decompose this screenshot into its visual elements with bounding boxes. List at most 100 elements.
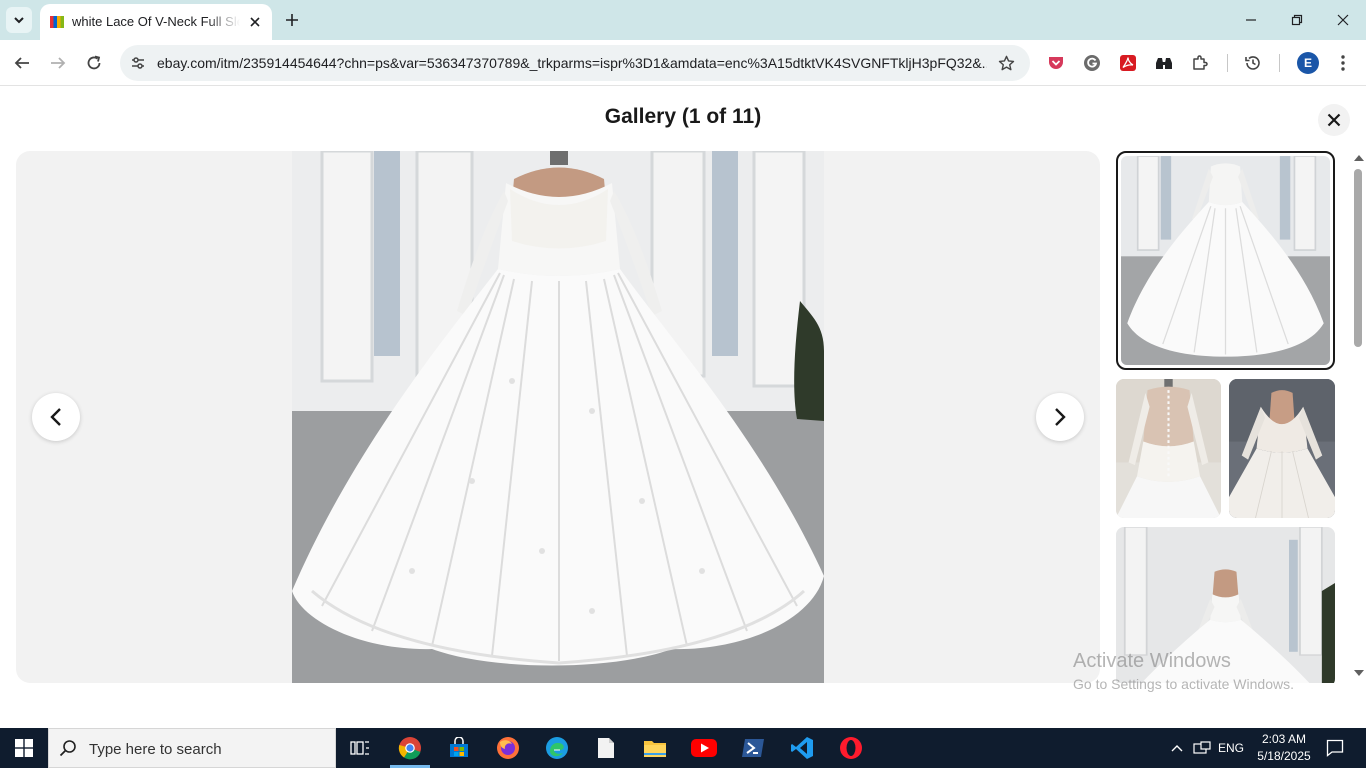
- tab-title: white Lace Of V-Neck Full Sleeve: [72, 14, 240, 29]
- folder-icon: [644, 741, 666, 757]
- opera-icon: [840, 737, 862, 759]
- document-icon: [598, 738, 614, 758]
- previous-image-button[interactable]: [32, 393, 80, 441]
- notification-icon: [1326, 739, 1344, 757]
- network-tray-button[interactable]: [1190, 728, 1214, 768]
- thumbnail-rail: [1110, 151, 1350, 683]
- chevron-down-icon: [14, 17, 24, 24]
- binoculars-icon: [1156, 58, 1172, 69]
- site-info-button[interactable]: [128, 53, 148, 73]
- firefox-icon: [497, 737, 519, 759]
- clock-date: 5/18/2025: [1257, 749, 1311, 763]
- taskbar-chrome[interactable]: [386, 728, 434, 768]
- taskbar-notepad[interactable]: [582, 728, 630, 768]
- restore-button[interactable]: [1274, 0, 1320, 40]
- address-bar[interactable]: ebay.com/itm/235914454644?chn=ps&var=536…: [120, 45, 1030, 81]
- url-text[interactable]: ebay.com/itm/235914454644?chn=ps&var=536…: [157, 55, 987, 71]
- bookmark-button[interactable]: [996, 53, 1016, 73]
- extensions-button[interactable]: [1189, 52, 1211, 74]
- taskbar-file-explorer[interactable]: [631, 728, 679, 768]
- task-view-button[interactable]: [336, 728, 384, 768]
- arrow-right-icon: [51, 57, 66, 69]
- taskbar-powershell[interactable]: [729, 728, 777, 768]
- tune-icon: [132, 57, 144, 69]
- back-button[interactable]: [8, 49, 36, 77]
- taskbar-search-box[interactable]: Type here to search: [48, 728, 336, 768]
- reload-icon: [87, 55, 101, 70]
- scrollbar-thumb[interactable]: [1354, 169, 1362, 347]
- tab-search-button[interactable]: [6, 7, 32, 33]
- pocket-icon: [1049, 57, 1063, 69]
- taskbar-youtube[interactable]: [680, 728, 728, 768]
- restore-icon: [1291, 14, 1303, 26]
- puzzle-icon: [1193, 55, 1208, 70]
- gallery-title: Gallery (1 of 11): [604, 105, 762, 128]
- shopping-extension-button[interactable]: [1153, 52, 1175, 74]
- browser-toolbar: ebay.com/itm/235914454644?chn=ps&var=536…: [0, 40, 1366, 86]
- plus-icon: [286, 14, 298, 26]
- minimize-icon: [1246, 19, 1256, 21]
- grammarly-icon: [1084, 55, 1100, 71]
- network-icon: [1193, 741, 1211, 754]
- show-hidden-icons-button[interactable]: [1166, 728, 1188, 768]
- toolbar-separator: [1227, 54, 1228, 72]
- watermark-subtitle: Go to Settings to activate Windows.: [1073, 676, 1294, 692]
- thumbnail-scrollbar[interactable]: [1350, 151, 1366, 683]
- taskbar-firefox[interactable]: [484, 728, 532, 768]
- menu-button[interactable]: [1332, 52, 1354, 74]
- activate-windows-watermark: Activate Windows Go to Settings to activ…: [1073, 650, 1294, 692]
- reload-button[interactable]: [80, 49, 108, 77]
- close-icon: [1337, 14, 1349, 26]
- close-window-button[interactable]: [1320, 0, 1366, 40]
- tab-strip: white Lace Of V-Neck Full Sleeve: [0, 0, 1366, 40]
- ebay-favicon-icon: [50, 16, 64, 28]
- vscode-icon: [791, 737, 813, 759]
- notification-center-button[interactable]: [1318, 728, 1352, 768]
- tab-close-button[interactable]: [246, 13, 264, 31]
- taskbar-edge[interactable]: [533, 728, 581, 768]
- profile-avatar[interactable]: E: [1297, 52, 1319, 74]
- scroll-up-arrow-icon[interactable]: [1354, 155, 1364, 161]
- close-icon: [1327, 113, 1341, 127]
- toolbar-separator: [1279, 54, 1280, 72]
- acrobat-icon: [1120, 55, 1136, 71]
- history-button[interactable]: [1242, 52, 1264, 74]
- close-icon: [250, 17, 260, 27]
- chevron-left-icon: [50, 408, 61, 426]
- new-tab-button[interactable]: [280, 8, 304, 32]
- taskbar-microsoft-store[interactable]: [435, 728, 483, 768]
- active-tab[interactable]: white Lace Of V-Neck Full Sleeve: [40, 4, 272, 40]
- taskbar-vscode[interactable]: [778, 728, 826, 768]
- scroll-down-arrow-icon[interactable]: [1354, 670, 1364, 676]
- terminal-icon: [742, 739, 764, 757]
- acrobat-extension-button[interactable]: [1117, 52, 1139, 74]
- next-image-button[interactable]: [1036, 393, 1084, 441]
- language-indicator[interactable]: ENG: [1214, 728, 1248, 768]
- pocket-extension-button[interactable]: [1045, 52, 1067, 74]
- search-icon: [59, 740, 76, 757]
- taskbar-clock[interactable]: 2:03 AM 5/18/2025: [1254, 731, 1314, 765]
- clock-time: 2:03 AM: [1261, 732, 1307, 746]
- thumbnail-image: [1121, 156, 1330, 365]
- task-view-icon: [350, 741, 369, 755]
- thumbnail-image: [1116, 379, 1221, 518]
- grammarly-extension-button[interactable]: [1081, 52, 1103, 74]
- windows-logo-icon: [15, 739, 33, 757]
- star-icon: [998, 55, 1014, 70]
- gallery-close-button[interactable]: [1318, 104, 1350, 136]
- thumbnail-3[interactable]: [1229, 379, 1335, 518]
- start-button[interactable]: [0, 728, 48, 768]
- watermark-title: Activate Windows: [1073, 650, 1231, 672]
- thumbnail-2[interactable]: [1116, 379, 1221, 518]
- forward-button[interactable]: [44, 49, 72, 77]
- search-placeholder: Type here to search: [89, 741, 222, 758]
- taskbar-opera[interactable]: [827, 728, 875, 768]
- edge-icon: [546, 737, 568, 759]
- minimize-button[interactable]: [1228, 0, 1274, 40]
- chevron-right-icon: [1055, 408, 1066, 426]
- thumbnail-1-selected[interactable]: [1116, 151, 1335, 370]
- more-vertical-icon: [1341, 55, 1345, 71]
- chrome-icon: [398, 737, 421, 760]
- arrow-left-icon: [14, 57, 29, 69]
- main-photo[interactable]: [292, 151, 824, 683]
